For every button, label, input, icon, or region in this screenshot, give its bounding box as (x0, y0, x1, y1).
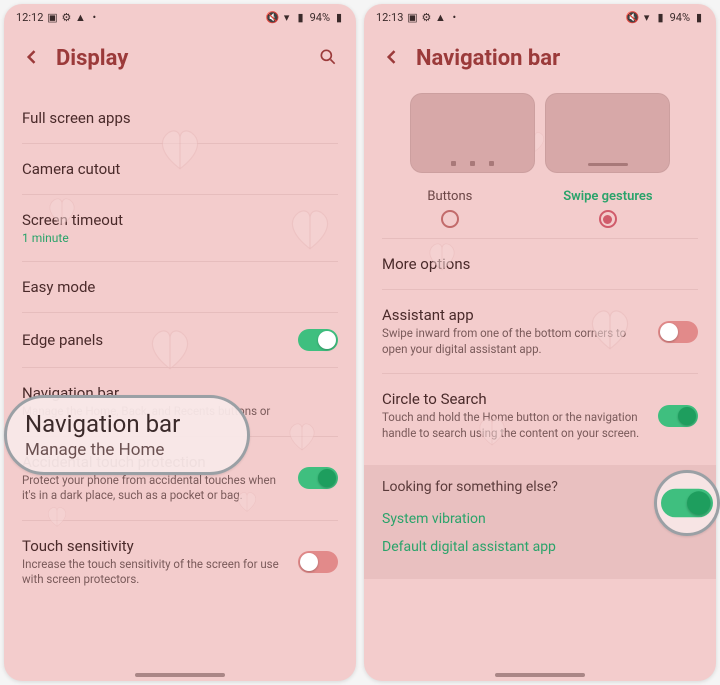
item-label: Easy mode (22, 278, 338, 296)
settings-list: Full screen apps Camera cutout Screen ti… (4, 93, 356, 681)
settings-tray-icon: ⚙ (61, 12, 71, 22)
screen-display: 12:12 ▣ ⚙ ▲ • 🔇 ▾ ▮ 94% ▮ Display Full s… (4, 4, 356, 681)
toggle-edge-panels[interactable] (298, 329, 338, 351)
item-value: 1 minute (22, 231, 338, 245)
status-bar: 12:13 ▣ ⚙ ▲ • 🔇 ▾ ▮ 94% ▮ (364, 4, 716, 30)
item-full-screen-apps[interactable]: Full screen apps (22, 93, 338, 143)
nav-option-buttons[interactable]: Buttons (427, 189, 472, 228)
item-label: Camera cutout (22, 160, 338, 178)
back-icon[interactable] (22, 47, 42, 71)
callout-title: Navigation bar (25, 410, 180, 438)
callout-navigation-bar: Navigation bar Manage the Home (4, 395, 250, 475)
mute-icon: 🔇 (628, 12, 638, 22)
footer-heading: Looking for something else? (382, 479, 698, 495)
item-label: Full screen apps (22, 109, 338, 127)
item-more-options[interactable]: More options (382, 238, 698, 289)
signal-icon: ▮ (656, 12, 666, 22)
status-time: 12:13 (376, 11, 403, 24)
item-easy-mode[interactable]: Easy mode (22, 261, 338, 312)
radio-selected-icon (599, 210, 617, 228)
radio-icon (441, 210, 459, 228)
nav-thumb-buttons[interactable] (410, 93, 535, 173)
nav-option-swipe-gestures[interactable]: Swipe gestures (563, 189, 652, 228)
settings-list: Buttons Swipe gestures More options Assi… (364, 93, 716, 681)
settings-tray-icon: ⚙ (421, 12, 431, 22)
battery-icon: ▮ (694, 12, 704, 22)
item-camera-cutout[interactable]: Camera cutout (22, 143, 338, 194)
search-icon[interactable] (318, 47, 338, 71)
app-bar: Navigation bar (364, 30, 716, 93)
app-bar: Display (4, 30, 356, 93)
mute-icon: 🔇 (268, 12, 278, 22)
callout-circle-to-search-toggle (654, 470, 720, 536)
item-label: Assistant app (382, 306, 646, 324)
item-desc: Touch and hold the Home button or the na… (382, 410, 646, 441)
battery-pct: 94% (310, 11, 330, 24)
image-icon: ▣ (47, 12, 57, 22)
item-label: More options (382, 255, 698, 273)
back-icon[interactable] (382, 47, 402, 71)
item-desc: Swipe inward from one of the bottom corn… (382, 326, 646, 357)
screen-navigation-bar: 12:13 ▣ ⚙ ▲ • 🔇 ▾ ▮ 94% ▮ Navigation bar (364, 4, 716, 681)
toggle-assistant-app[interactable] (658, 321, 698, 343)
battery-icon: ▮ (334, 12, 344, 22)
nav-handle[interactable] (495, 673, 585, 677)
item-label: Edge panels (22, 331, 286, 349)
nav-option-label: Buttons (427, 189, 472, 204)
toggle-accidental-touch[interactable] (298, 467, 338, 489)
signal-icon: ▮ (296, 12, 306, 22)
more-icon: • (449, 12, 459, 22)
callout-subtitle: Manage the Home (25, 440, 164, 460)
item-label: Screen timeout (22, 211, 338, 229)
nav-handle[interactable] (135, 673, 225, 677)
page-title: Display (56, 46, 128, 71)
item-desc: Protect your phone from accidental touch… (22, 473, 286, 504)
item-desc: Increase the touch sensitivity of the sc… (22, 557, 286, 588)
toggle-highlight (661, 489, 713, 518)
item-assistant-app[interactable]: Assistant app Swipe inward from one of t… (382, 289, 698, 373)
nav-type-options: Buttons Swipe gestures (382, 183, 698, 238)
wifi-icon: ▾ (282, 12, 292, 22)
toggle-circle-to-search[interactable] (658, 405, 698, 427)
page-title: Navigation bar (416, 46, 560, 71)
item-touch-sensitivity[interactable]: Touch sensitivity Increase the touch sen… (22, 520, 338, 604)
more-icon: • (89, 12, 99, 22)
item-label: Circle to Search (382, 390, 646, 408)
status-time: 12:12 (16, 11, 43, 24)
battery-pct: 94% (670, 11, 690, 24)
item-edge-panels[interactable]: Edge panels (22, 312, 338, 367)
warning-icon: ▲ (435, 12, 445, 22)
nav-thumb-gestures[interactable] (545, 93, 670, 173)
item-label: Touch sensitivity (22, 537, 286, 555)
image-icon: ▣ (407, 12, 417, 22)
warning-icon: ▲ (75, 12, 85, 22)
link-default-assistant[interactable]: Default digital assistant app (382, 533, 698, 561)
wifi-icon: ▾ (642, 12, 652, 22)
toggle-touch-sensitivity[interactable] (298, 551, 338, 573)
status-bar: 12:12 ▣ ⚙ ▲ • 🔇 ▾ ▮ 94% ▮ (4, 4, 356, 30)
link-system-vibration[interactable]: System vibration (382, 505, 698, 533)
item-circle-to-search[interactable]: Circle to Search Touch and hold the Home… (382, 373, 698, 457)
item-screen-timeout[interactable]: Screen timeout 1 minute (22, 194, 338, 261)
nav-option-label: Swipe gestures (563, 189, 652, 204)
nav-preview (382, 93, 698, 183)
